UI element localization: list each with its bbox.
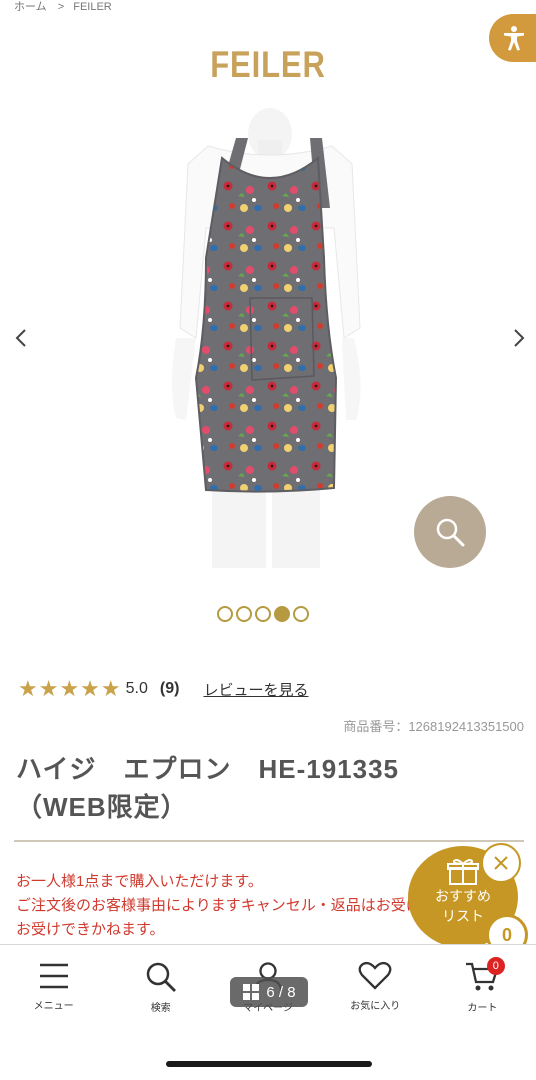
grid-icon	[243, 984, 260, 1000]
breadcrumb-current: FEILER	[73, 1, 112, 13]
view-reviews-link[interactable]: レビューを見る	[203, 679, 308, 700]
product-number: 商品番号：1268192413351500	[343, 719, 524, 734]
nav-favorites[interactable]: お気に入り	[322, 945, 429, 1032]
nav-label: お気に入り	[350, 1001, 401, 1012]
divider	[14, 840, 524, 842]
cart-count-badge: 0	[486, 957, 505, 975]
nav-cart[interactable]: 0 カート	[429, 945, 536, 1032]
brand-logo[interactable]: FEILER	[43, 44, 493, 86]
heart-icon	[358, 961, 392, 990]
recommend-label-line1: おすすめ	[435, 888, 491, 904]
gallery-dot[interactable]	[217, 606, 233, 622]
product-title-line2: （WEB限定）	[16, 792, 188, 822]
breadcrumb: ホーム > FEILER	[14, 0, 120, 16]
nav-menu[interactable]: メニュー	[0, 945, 107, 1032]
breadcrumb-separator: >	[57, 1, 65, 13]
rating-score: 5.0	[125, 680, 148, 697]
chevron-right-icon	[514, 329, 525, 347]
nav-label: 検索	[150, 1003, 171, 1014]
gallery-dot-active[interactable]	[274, 606, 290, 622]
magnifier-icon	[436, 518, 465, 547]
gallery-next-arrow[interactable]	[506, 326, 530, 350]
gallery-prev-arrow[interactable]	[10, 326, 34, 350]
product-title-line1: ハイジ エプロン HE-191335	[16, 754, 400, 784]
home-indicator[interactable]	[166, 1061, 372, 1067]
nav-label: カート	[467, 1003, 498, 1014]
image-page-text: 6 / 8	[266, 983, 296, 1001]
close-icon	[494, 856, 508, 870]
rating-stars: ★★★★★	[18, 676, 122, 701]
gallery-dot[interactable]	[255, 606, 271, 622]
rating: ★★★★★ 5.0 (9) レビューを見る	[18, 676, 308, 702]
gift-icon	[447, 859, 479, 885]
accessibility-icon	[504, 26, 524, 51]
nav-search[interactable]: 検索	[107, 945, 214, 1032]
product-title: ハイジ エプロン HE-191335 （WEB限定）	[16, 750, 521, 826]
accessibility-button[interactable]	[489, 14, 536, 62]
recommend-label-line2: リスト	[442, 908, 484, 924]
gallery-dot[interactable]	[293, 606, 309, 622]
menu-icon	[39, 963, 68, 989]
breadcrumb-home[interactable]: ホーム	[14, 1, 47, 13]
review-count: (9)	[159, 680, 180, 697]
gallery-dot[interactable]	[236, 606, 252, 622]
search-icon	[146, 962, 176, 992]
image-page-indicator: 6 / 8	[230, 977, 308, 1007]
zoom-button[interactable]	[414, 496, 486, 568]
recommend-close-button[interactable]	[481, 843, 521, 883]
chevron-left-icon	[15, 329, 26, 347]
gallery-dots	[217, 606, 309, 622]
nav-label: メニュー	[33, 1001, 74, 1012]
